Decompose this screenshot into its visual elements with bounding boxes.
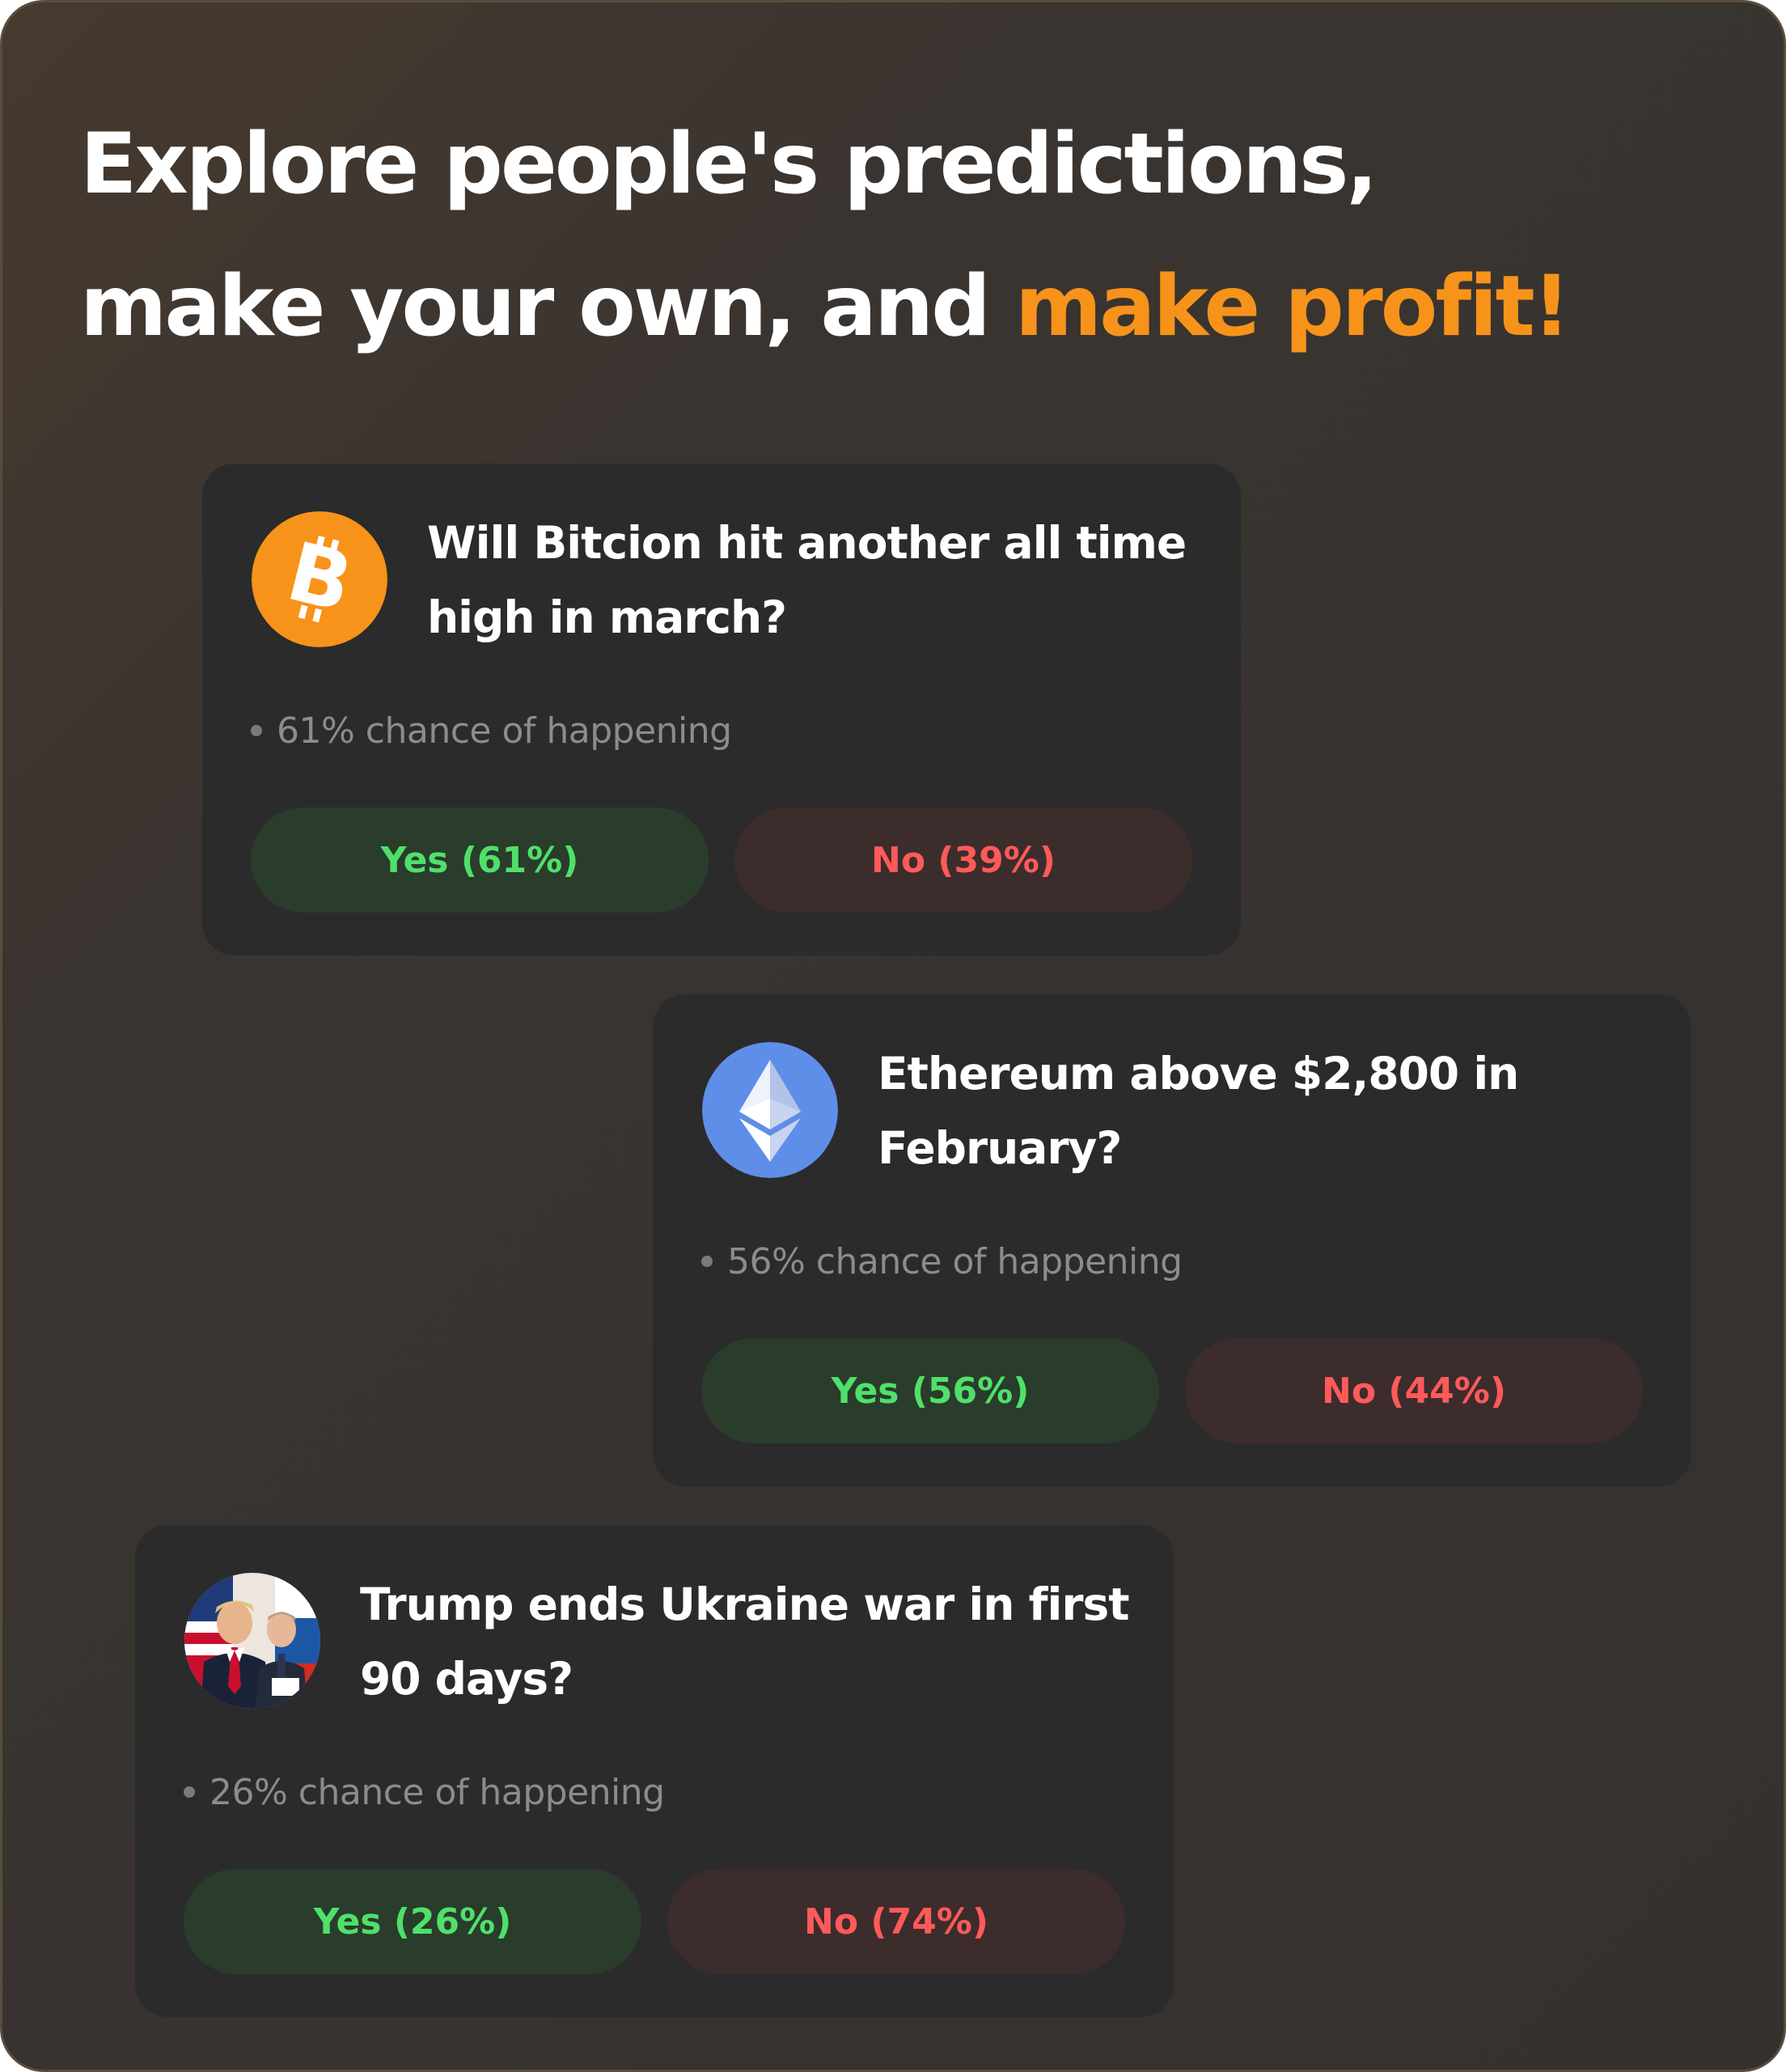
headline-accent: make profit!: [1014, 258, 1571, 355]
prediction-card-bitcoin[interactable]: B Will Bitcion hit another all time high…: [202, 464, 1241, 955]
bullet-dot-icon: [184, 1786, 195, 1798]
bullet-dot-icon: [701, 1256, 713, 1267]
headline: Explore people's predictions, make your …: [80, 93, 1746, 378]
card-question: Trump ends Ukraine war in first 90 days?: [360, 1578, 1130, 1705]
bitcoin-icon: B: [252, 511, 387, 647]
yes-button[interactable]: Yes (26%): [184, 1869, 641, 1974]
ethereum-icon: [702, 1042, 838, 1178]
chance-label: 56% chance of happening: [727, 1240, 1183, 1282]
no-button[interactable]: No (44%): [1185, 1338, 1643, 1443]
chance-text: 56% chance of happening: [701, 1237, 1183, 1286]
headline-line-2: make your own, and: [80, 258, 1015, 355]
chance-text: 26% chance of happening: [184, 1768, 665, 1816]
yes-button[interactable]: Yes (56%): [701, 1338, 1159, 1443]
promo-panel: Explore people's predictions, make your …: [0, 0, 1786, 2072]
trump-putin-photo: [184, 1573, 320, 1709]
chance-label: 61% chance of happening: [277, 710, 732, 752]
headline-line-1: Explore people's predictions,: [80, 116, 1378, 213]
prediction-card-ukraine-war[interactable]: Trump ends Ukraine war in first 90 days?…: [135, 1525, 1174, 2017]
chance-text: 61% chance of happening: [251, 706, 732, 755]
no-button[interactable]: No (39%): [734, 807, 1192, 913]
prediction-card-ethereum[interactable]: Ethereum above $2,800 in February? 56% c…: [653, 994, 1691, 1486]
bullet-dot-icon: [251, 725, 262, 736]
card-question: Ethereum above $2,800 in February?: [878, 1048, 1519, 1174]
yes-button[interactable]: Yes (61%): [251, 807, 709, 913]
card-question: Will Bitcion hit another all time high i…: [427, 517, 1187, 643]
no-button[interactable]: No (74%): [667, 1869, 1125, 1974]
chance-label: 26% chance of happening: [209, 1771, 665, 1813]
